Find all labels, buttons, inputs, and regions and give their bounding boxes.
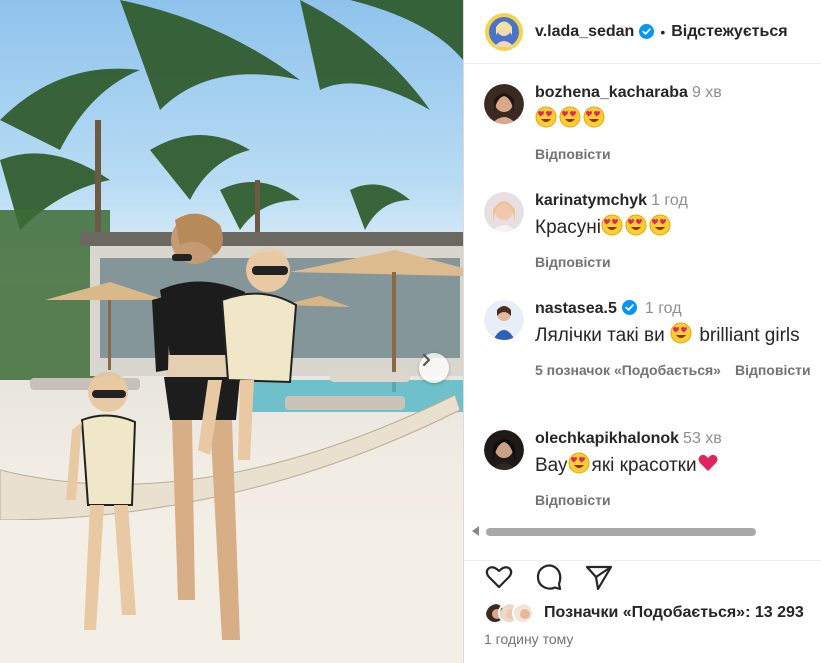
liker-avatar bbox=[512, 602, 534, 624]
heart-eyes-emoji-icon bbox=[649, 214, 671, 236]
author-avatar[interactable] bbox=[485, 12, 523, 51]
heart-eyes-emoji-icon bbox=[535, 106, 557, 128]
commenter-avatar[interactable] bbox=[484, 430, 524, 470]
verified-badge-icon bbox=[621, 300, 637, 315]
heart-eyes-emoji-icon bbox=[583, 106, 605, 128]
comment-button[interactable] bbox=[534, 562, 564, 592]
post-photo[interactable] bbox=[0, 0, 463, 663]
reply-button[interactable]: Відповісти bbox=[535, 254, 611, 270]
reply-button[interactable]: Відповісти bbox=[735, 362, 811, 378]
comment-likes-count[interactable]: 5 позначок «Подобається» bbox=[535, 362, 721, 378]
comment-body: olechkapikhalonok 53 хв Вау які красотки В… bbox=[535, 430, 821, 508]
comment-body: nastasea.5 1 год Лялічки такі ви brillian… bbox=[535, 300, 821, 378]
reply-button[interactable]: Відповісти bbox=[535, 146, 611, 162]
comment-username[interactable]: bozhena_kacharaba bbox=[535, 84, 688, 101]
instagram-post-view: v.lada_sedan • Відстежується bozhena_kac… bbox=[0, 0, 821, 663]
heart-eyes-emoji-icon bbox=[625, 214, 647, 236]
comment-time: 53 хв bbox=[683, 430, 722, 447]
heart-eyes-emoji-icon bbox=[601, 214, 623, 236]
share-button[interactable] bbox=[584, 562, 614, 592]
next-photo-button[interactable] bbox=[419, 353, 449, 383]
comments-list[interactable]: bozhena_kacharaba 9 хв Відповісти karina… bbox=[464, 64, 821, 534]
following-button[interactable]: Відстежується bbox=[671, 23, 787, 41]
comment-text-end: brilliant girls bbox=[699, 325, 800, 346]
heart-icon bbox=[485, 566, 513, 589]
post-actions-bar bbox=[464, 560, 821, 594]
commenter-avatar[interactable] bbox=[484, 192, 524, 232]
comment-body: karinatymchyk 1 год Красуні Відповісти bbox=[535, 192, 821, 270]
like-button[interactable] bbox=[484, 562, 514, 592]
comment-text bbox=[535, 106, 821, 133]
comment-actions: 5 позначок «Подобається» Відповісти bbox=[535, 362, 821, 378]
comment-actions: Відповісти bbox=[535, 146, 821, 162]
scrollbar-thumb[interactable] bbox=[486, 528, 756, 536]
comments-horizontal-scrollbar[interactable] bbox=[464, 524, 821, 538]
heart-eyes-emoji-icon bbox=[670, 322, 692, 344]
verified-badge-icon bbox=[639, 24, 655, 39]
comment-username[interactable]: nastasea.5 bbox=[535, 300, 617, 317]
comment-text: Красуні bbox=[535, 214, 821, 241]
comment-text: Вау які красотки bbox=[535, 452, 821, 479]
heart-eyes-emoji-icon bbox=[568, 452, 590, 474]
comment-text-start: Лялічки такі ви bbox=[535, 325, 665, 346]
send-icon bbox=[585, 565, 613, 591]
comment-actions: Відповісти bbox=[535, 254, 821, 270]
likes-count[interactable]: Позначки «Подобається»: 13 293 bbox=[544, 604, 804, 622]
comment-time: 1 год bbox=[651, 192, 688, 209]
comment-username[interactable]: olechkapikhalonok bbox=[535, 430, 679, 447]
commenter-avatar[interactable] bbox=[484, 300, 524, 340]
post-side-panel: v.lada_sedan • Відстежується bozhena_kac… bbox=[464, 0, 821, 663]
comment-username[interactable]: karinatymchyk bbox=[535, 192, 647, 209]
chevron-right-icon bbox=[422, 353, 431, 367]
author-username[interactable]: v.lada_sedan bbox=[535, 23, 634, 41]
comment-text-main: Красуні bbox=[535, 217, 601, 238]
comment-text-start: Вау bbox=[535, 455, 568, 476]
photo-illustration bbox=[0, 0, 463, 663]
comment-body: bozhena_kacharaba 9 хв Відповісти bbox=[535, 84, 821, 162]
comment-time: 9 хв bbox=[691, 84, 722, 101]
comment-actions: Відповісти bbox=[535, 492, 821, 508]
comment-icon bbox=[536, 564, 562, 591]
likes-summary[interactable]: Позначки «Подобається»: 13 293 bbox=[484, 600, 804, 626]
reply-button[interactable]: Відповісти bbox=[535, 492, 611, 508]
comment-text: Лялічки такі ви brilliant girls bbox=[535, 322, 821, 349]
comment-time: 1 год bbox=[644, 300, 682, 317]
commenter-avatar[interactable] bbox=[484, 84, 524, 124]
red-heart-emoji-icon bbox=[697, 452, 719, 474]
post-timestamp[interactable]: 1 годину тому bbox=[484, 631, 573, 647]
comment-text-end: які красотки bbox=[591, 455, 697, 476]
scroll-left-arrow-icon[interactable] bbox=[472, 526, 480, 536]
header-separator: • bbox=[660, 23, 666, 40]
heart-eyes-emoji-icon bbox=[559, 106, 581, 128]
post-header: v.lada_sedan • Відстежується bbox=[464, 0, 821, 64]
